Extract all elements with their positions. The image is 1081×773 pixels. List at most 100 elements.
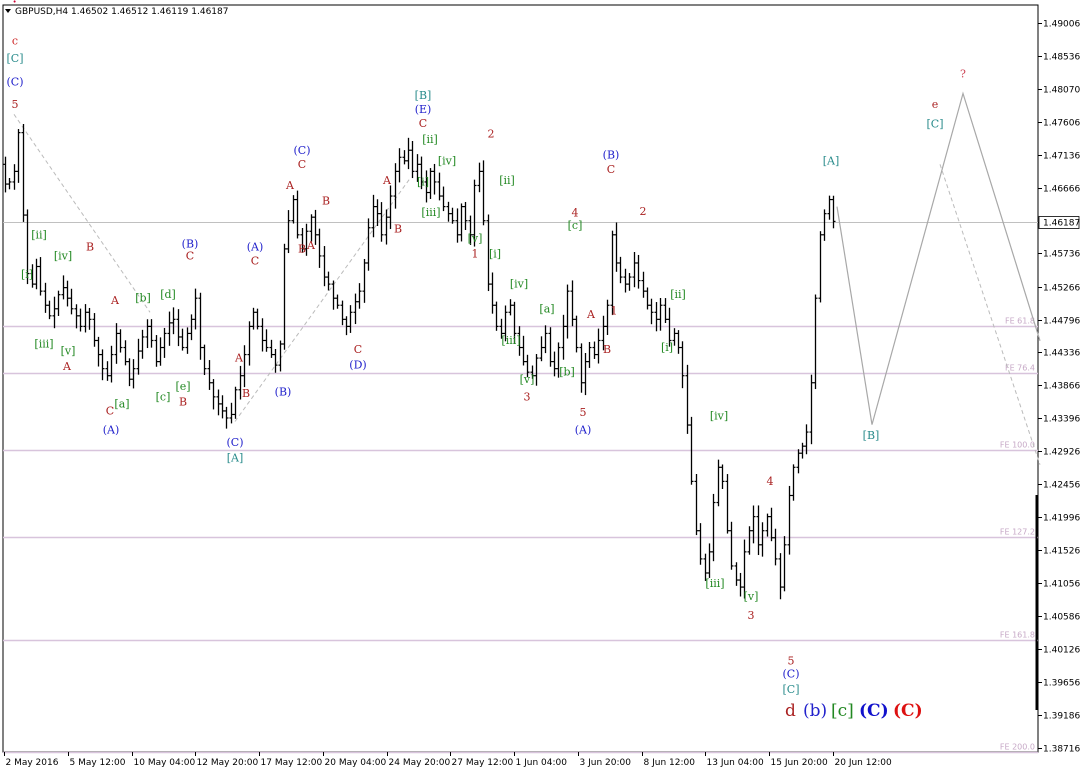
x-tick-label: 27 May 12:00 bbox=[452, 758, 514, 768]
price-bar bbox=[769, 507, 774, 542]
price-bar bbox=[127, 358, 132, 387]
wave-label: [e] bbox=[175, 380, 190, 393]
channel-line bbox=[234, 178, 411, 422]
y-tick-label: 1.45736 bbox=[1043, 250, 1080, 260]
wave-label: C bbox=[419, 117, 427, 130]
projection-dashed-line bbox=[939, 164, 1041, 465]
wave-label: c bbox=[12, 35, 18, 48]
fib-level-label: FE 61.8 bbox=[1005, 317, 1035, 326]
wave-label: (C) bbox=[294, 144, 311, 157]
price-bar bbox=[176, 309, 181, 347]
legend-entry: d bbox=[785, 701, 796, 721]
price-bar bbox=[52, 296, 57, 329]
price-bar bbox=[136, 338, 141, 375]
price-bar bbox=[813, 294, 818, 390]
price-bar bbox=[65, 280, 70, 307]
y-tick-label: 1.43396 bbox=[1043, 415, 1080, 425]
price-bar bbox=[291, 195, 296, 224]
legend-entry: (C) bbox=[859, 701, 889, 721]
wave-label: [iv] bbox=[510, 278, 528, 291]
price-bar bbox=[229, 402, 234, 424]
price-bar bbox=[610, 230, 615, 316]
x-tick-label: 8 Jun 12:00 bbox=[644, 758, 696, 768]
projection-line bbox=[836, 91, 1041, 425]
price-bar bbox=[534, 354, 539, 386]
price-bar bbox=[348, 305, 353, 333]
price-bar bbox=[587, 341, 592, 368]
y-tick-label: 1.44796 bbox=[1043, 317, 1080, 327]
wave-label: ? bbox=[12, 0, 18, 5]
fib-level-label: FE 161.8 bbox=[1000, 631, 1035, 640]
price-bar bbox=[804, 424, 809, 455]
price-bar bbox=[796, 449, 801, 474]
price-bar bbox=[477, 162, 482, 193]
wave-label: (C) bbox=[7, 75, 24, 88]
wave-label: [iii] bbox=[34, 338, 53, 351]
price-bar bbox=[211, 379, 216, 410]
price-bar bbox=[149, 319, 154, 348]
price-axis[interactable]: 1.49006 1.48536 1.48070 1.47606 1.47136 1.466… bbox=[1035, 20, 1081, 755]
wave-label: [iv] bbox=[54, 249, 72, 262]
price-bar bbox=[326, 271, 331, 291]
wave-label: 5 bbox=[12, 98, 19, 111]
price-bar bbox=[74, 304, 79, 329]
price-bar bbox=[711, 493, 716, 562]
price-bar bbox=[437, 172, 442, 201]
price-bar bbox=[441, 186, 446, 212]
price-bar bbox=[827, 195, 832, 220]
price-bar bbox=[773, 528, 778, 566]
price-bar bbox=[698, 523, 703, 565]
price-bar bbox=[154, 335, 159, 367]
wave-label: (C) bbox=[783, 667, 800, 680]
symbol-dropdown-icon[interactable] bbox=[5, 9, 11, 13]
fib-level-label: FE 76.4 bbox=[1005, 364, 1035, 373]
x-tick-label: 1 Jun 04:00 bbox=[516, 758, 568, 768]
wave-label: (D) bbox=[349, 359, 366, 372]
y-tick-label: 1.47606 bbox=[1043, 119, 1080, 129]
price-bar bbox=[366, 218, 371, 271]
price-bar bbox=[167, 311, 172, 346]
price-bar bbox=[734, 562, 739, 586]
y-tick-label: 1.39186 bbox=[1043, 712, 1080, 722]
price-bar bbox=[490, 272, 495, 314]
x-tick-label: 2 May 2016 bbox=[6, 758, 59, 768]
price-bar bbox=[61, 275, 66, 300]
price-bar bbox=[455, 208, 460, 243]
price-bar bbox=[162, 327, 167, 358]
wave-label: C bbox=[251, 254, 259, 267]
wave-label: B bbox=[179, 395, 187, 408]
x-tick-label: 24 May 20:00 bbox=[389, 758, 451, 768]
price-bar bbox=[185, 327, 190, 354]
x-tick-label: 13 Jun 04:00 bbox=[707, 758, 764, 768]
price-bar bbox=[756, 505, 761, 556]
price-bar bbox=[353, 293, 358, 325]
chart-header: GBPUSD,H4 1.46502 1.46512 1.46119 1.4618… bbox=[5, 7, 228, 17]
price-bar bbox=[105, 361, 110, 381]
price-bar bbox=[317, 228, 322, 268]
wave-label: [b] bbox=[559, 366, 575, 379]
wave-label: [a] bbox=[114, 397, 129, 410]
price-bar bbox=[680, 341, 685, 389]
wave-label: [ii] bbox=[31, 228, 47, 241]
wave-label: 1 bbox=[472, 247, 479, 260]
price-bar bbox=[335, 294, 340, 309]
price-bar bbox=[7, 177, 12, 190]
price-bar bbox=[264, 329, 269, 352]
wave-label: [ii] bbox=[499, 174, 515, 187]
time-axis[interactable]: 2 May 2016 5 May 12:00 10 May 04:00 12 May … bbox=[4, 752, 892, 768]
wave-label: [iv] bbox=[710, 409, 728, 422]
wave-label: B bbox=[242, 387, 250, 400]
price-bar bbox=[180, 328, 185, 351]
price-bar bbox=[778, 553, 783, 600]
price-bar bbox=[446, 201, 451, 222]
price-bar bbox=[614, 222, 619, 272]
price-bar bbox=[596, 328, 601, 364]
dashed-channel-lines bbox=[13, 114, 411, 422]
wave-label: [ii] bbox=[422, 133, 438, 146]
price-bar bbox=[592, 341, 597, 359]
price-bar bbox=[685, 364, 690, 434]
wave-degree-legend: d (b) [c] (C) (C) bbox=[785, 701, 923, 721]
price-bar bbox=[47, 300, 52, 320]
price-bar bbox=[21, 123, 26, 222]
wave-label: [i] bbox=[21, 268, 33, 281]
